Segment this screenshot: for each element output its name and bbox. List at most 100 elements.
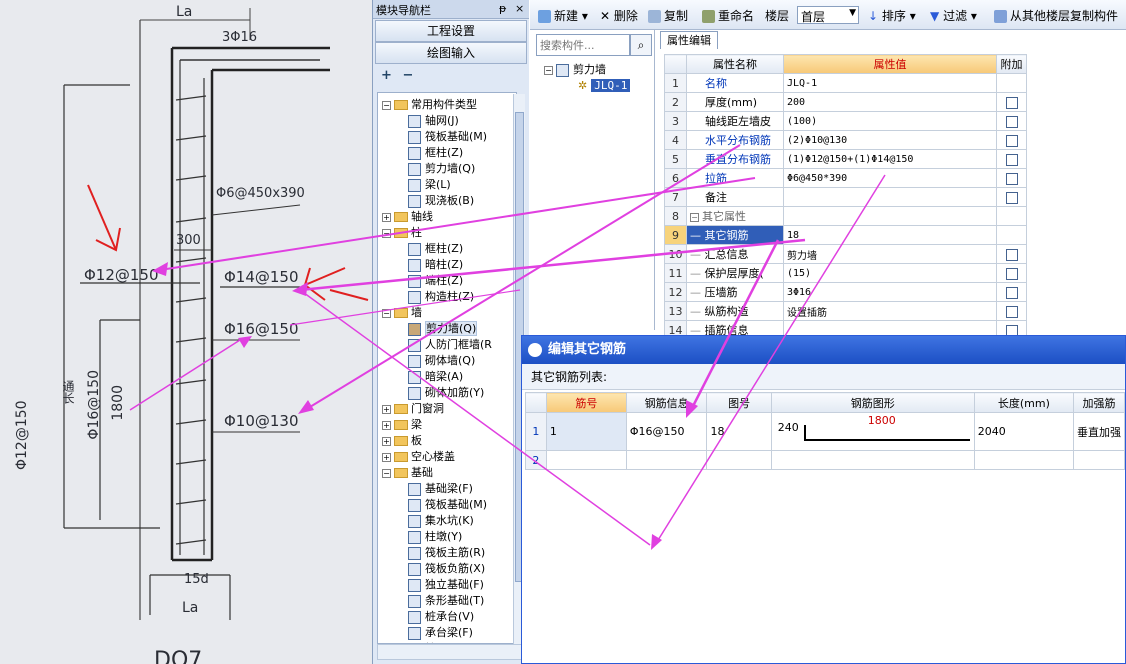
tree-folder[interactable]: + 门窗洞 bbox=[382, 401, 444, 417]
property-value[interactable]: 18 bbox=[783, 225, 997, 245]
cell-type[interactable]: 垂直加强 bbox=[1072, 412, 1126, 451]
filter-button[interactable]: ▼ 过滤 ▾ bbox=[930, 7, 977, 24]
tree-item[interactable]: 轴网(J) bbox=[408, 113, 459, 129]
copy-from-floor-button[interactable]: 从其他楼层复制构件 bbox=[994, 7, 1118, 24]
tree-item[interactable]: 端柱(Z) bbox=[408, 273, 463, 289]
tree-item[interactable]: 柱墩(Y) bbox=[408, 529, 462, 545]
cell-length[interactable]: 2040 bbox=[973, 412, 1074, 451]
cell-bar-info[interactable]: Φ16@150 bbox=[625, 412, 708, 451]
table-row[interactable]: 2 bbox=[525, 450, 1126, 470]
col-header-length[interactable]: 长度(mm) bbox=[973, 392, 1074, 413]
extra-checkbox[interactable] bbox=[1005, 286, 1018, 299]
collapse-icon[interactable]: − bbox=[382, 468, 391, 478]
col-header-bar-info[interactable]: 钢筋信息 bbox=[625, 392, 708, 413]
tree-item[interactable]: 集水坑(K) bbox=[408, 513, 474, 529]
expand-icon[interactable]: + bbox=[382, 452, 391, 462]
tree-folder[interactable]: − 墙 bbox=[382, 305, 422, 321]
cell-figure[interactable] bbox=[706, 450, 772, 470]
cell-bar-info[interactable] bbox=[625, 450, 708, 470]
tree-item[interactable]: 现浇板(B) bbox=[408, 193, 474, 209]
tree-folder[interactable]: − 基础 bbox=[382, 465, 433, 481]
property-value[interactable]: (15) bbox=[783, 263, 997, 283]
tree-node-jlq1[interactable]: ✲ JLQ-1 bbox=[578, 78, 631, 94]
tree-horizontal-scrollbar[interactable] bbox=[377, 644, 525, 660]
col-header-value[interactable]: 属性值 bbox=[783, 54, 997, 74]
property-value[interactable]: 3Φ16 bbox=[783, 282, 997, 302]
col-header-type[interactable]: 加强筋 bbox=[1072, 392, 1126, 413]
tree-item[interactable]: 剪力墙(Q) bbox=[408, 321, 478, 337]
extra-checkbox[interactable] bbox=[1005, 96, 1018, 109]
tree-folder[interactable]: + 梁 bbox=[382, 417, 422, 433]
floor-select[interactable]: 首层 ▼ bbox=[797, 6, 859, 24]
col-header-name[interactable]: 属性名称 bbox=[686, 54, 784, 74]
cell-figure[interactable]: 18 bbox=[706, 412, 772, 451]
property-value[interactable]: (100) bbox=[783, 111, 997, 131]
tree-item[interactable]: 筏板负筋(X) bbox=[408, 561, 485, 577]
tree-item[interactable]: 剪力墙(Q) bbox=[408, 161, 475, 177]
search-icon[interactable]: ⌕ bbox=[630, 34, 652, 56]
tree-folder[interactable]: + 空心楼盖 bbox=[382, 449, 455, 465]
collapse-icon[interactable]: − bbox=[382, 308, 391, 318]
pin-icon[interactable]: ᵽ bbox=[499, 2, 506, 15]
property-value[interactable]: 200 bbox=[783, 92, 997, 112]
copy-button[interactable]: 复制 bbox=[648, 7, 688, 24]
rename-button[interactable]: 重命名 bbox=[702, 7, 754, 24]
collapse-all-icon[interactable]: − bbox=[402, 68, 413, 83]
extra-checkbox[interactable] bbox=[1005, 305, 1018, 318]
expand-icon[interactable]: + bbox=[382, 404, 391, 414]
search-input[interactable] bbox=[536, 34, 630, 56]
tree-folder[interactable]: − 常用构件类型 bbox=[382, 97, 477, 113]
property-value[interactable]: 设置插筋 bbox=[783, 301, 997, 321]
extra-checkbox[interactable] bbox=[1005, 248, 1018, 261]
col-header-extra[interactable]: 附加 bbox=[996, 54, 1027, 74]
tree-item[interactable]: 承台梁(F) bbox=[408, 625, 473, 641]
tree-folder[interactable]: − 柱 bbox=[382, 225, 422, 241]
property-row[interactable]: 6 拉筋 Φ6@450*390 bbox=[664, 168, 1027, 188]
tree-node-shear-wall[interactable]: − 剪力墙 bbox=[544, 62, 606, 78]
property-row[interactable]: 12— 压墙筋 3Φ16 bbox=[664, 282, 1027, 302]
tree-item[interactable]: 人防门框墙(R bbox=[408, 337, 492, 353]
tree-item[interactable]: 构造柱(Z) bbox=[408, 289, 474, 305]
property-row[interactable]: 10— 汇总信息 剪力墙 bbox=[664, 244, 1027, 264]
tree-item[interactable]: 桩承台(V) bbox=[408, 609, 474, 625]
cell-bar-no[interactable] bbox=[545, 450, 627, 470]
cell-bar-no[interactable]: 1 bbox=[545, 412, 627, 451]
property-row[interactable]: 1 名称 JLQ-1 bbox=[664, 73, 1027, 93]
collapse-icon[interactable]: − bbox=[544, 65, 553, 75]
cell-bar-shape[interactable] bbox=[770, 450, 975, 470]
tree-item[interactable]: 框柱(Z) bbox=[408, 241, 463, 257]
project-settings-button[interactable]: 工程设置 bbox=[375, 20, 527, 42]
extra-checkbox[interactable] bbox=[1005, 134, 1018, 147]
extra-checkbox[interactable] bbox=[1005, 267, 1018, 280]
cell-type[interactable] bbox=[1072, 450, 1126, 470]
col-header-bar-no[interactable]: 筋号 bbox=[545, 392, 627, 413]
property-row[interactable]: 7 备注 bbox=[664, 187, 1027, 207]
tree-item[interactable]: 砌体加筋(Y) bbox=[408, 385, 484, 401]
expand-icon[interactable]: + bbox=[382, 212, 391, 222]
property-row[interactable]: 2 厚度(mm) 200 bbox=[664, 92, 1027, 112]
table-row[interactable]: 1 1 Φ16@150 18 240 1800 2040 垂直加强 bbox=[525, 412, 1126, 451]
col-header-bar-shape[interactable]: 钢筋图形 bbox=[770, 392, 975, 413]
tree-folder[interactable]: + 板 bbox=[382, 433, 422, 449]
property-value[interactable] bbox=[783, 206, 997, 226]
col-header-figure[interactable]: 图号 bbox=[706, 392, 772, 413]
delete-button[interactable]: ✕ 删除 bbox=[600, 7, 638, 24]
tree-item[interactable]: 框柱(Z) bbox=[408, 145, 463, 161]
extra-checkbox[interactable] bbox=[1005, 191, 1018, 204]
expand-icon[interactable]: + bbox=[382, 436, 391, 446]
property-row[interactable]: 8− 其它属性 bbox=[664, 206, 1027, 226]
expand-all-icon[interactable]: + bbox=[381, 68, 392, 83]
property-row[interactable]: 4 水平分布钢筋 (2)Φ10@130 bbox=[664, 130, 1027, 150]
tree-item[interactable]: 筏板基础(M) bbox=[408, 497, 487, 513]
property-value[interactable]: Φ6@450*390 bbox=[783, 168, 997, 188]
property-value[interactable]: (1)Φ12@150+(1)Φ14@150 bbox=[783, 149, 997, 169]
tree-item[interactable]: 暗柱(Z) bbox=[408, 257, 463, 273]
property-value[interactable] bbox=[783, 187, 997, 207]
tree-item[interactable]: 暗梁(A) bbox=[408, 369, 463, 385]
tree-item[interactable]: 筏板基础(M) bbox=[408, 129, 487, 145]
expand-icon[interactable]: + bbox=[382, 420, 391, 430]
collapse-icon[interactable]: − bbox=[690, 212, 699, 222]
close-icon[interactable]: × bbox=[515, 2, 524, 15]
property-value[interactable]: 剪力墙 bbox=[783, 244, 997, 264]
sort-button[interactable]: ↓ 排序 ▾ bbox=[868, 7, 916, 24]
